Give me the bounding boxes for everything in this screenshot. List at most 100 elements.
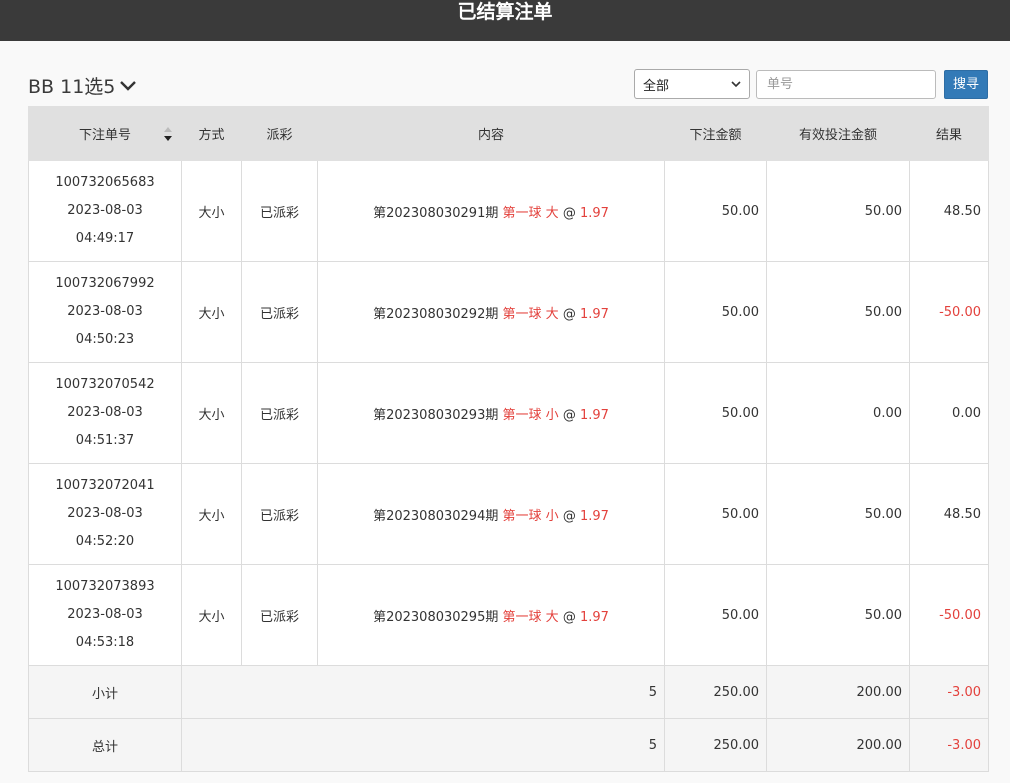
subtotal-valid-amount: 200.00: [766, 665, 910, 719]
amount-cell: 50.00: [664, 362, 767, 464]
order-cell: 100732065683 2023-08-03 04:49:17: [28, 160, 182, 262]
total-amount: 250.00: [664, 718, 767, 772]
subtotal-count: 5: [181, 665, 665, 719]
game-name: BB 11选5: [28, 76, 116, 98]
pick-value: 小: [545, 407, 559, 423]
game-selector[interactable]: BB 11选5: [28, 72, 137, 99]
at-sign: @: [562, 609, 576, 625]
column-header-payout: 派彩: [241, 106, 318, 161]
pick-value: 大: [545, 609, 559, 625]
order-date: 2023-08-03: [67, 607, 143, 622]
table-row: 100732065683 2023-08-03 04:49:17 大小 已派彩 …: [28, 160, 989, 262]
valid-amount-cell: 50.00: [766, 564, 910, 666]
total-row: 总计 5 250.00 200.00 -3.00: [28, 718, 989, 772]
result-cell: 0.00: [909, 362, 989, 464]
amount-cell: 50.00: [664, 261, 767, 363]
at-sign: @: [562, 306, 576, 322]
result-cell: -50.00: [909, 261, 989, 363]
order-time: 04:53:18: [75, 635, 135, 650]
order-date: 2023-08-03: [67, 506, 143, 521]
column-header-method: 方式: [181, 106, 242, 161]
column-header-content: 内容: [317, 106, 665, 161]
content-cell: 第202308030291期 第一球 大 @ 1.97: [317, 160, 665, 262]
content-cell: 第202308030293期 第一球 小 @ 1.97: [317, 362, 665, 464]
status-filter-select[interactable]: 全部: [634, 69, 750, 99]
result-cell: -50.00: [909, 564, 989, 666]
order-time: 04:51:37: [75, 433, 135, 448]
order-date: 2023-08-03: [67, 304, 143, 319]
column-header-valid-amount: 有效投注金额: [766, 106, 910, 161]
pick-ball: 第一球: [502, 407, 542, 423]
odds: 1.97: [579, 508, 609, 524]
caret-down-icon: [731, 81, 741, 88]
total-count: 5: [181, 718, 665, 772]
pick-value: 大: [545, 306, 559, 322]
order-time: 04:52:20: [75, 534, 135, 549]
search-button[interactable]: 搜寻: [944, 70, 988, 99]
payout-cell: 已派彩: [241, 564, 318, 666]
period: 第202308030295期: [373, 609, 499, 625]
order-date: 2023-08-03: [67, 203, 143, 218]
amount-cell: 50.00: [664, 463, 767, 565]
content-cell: 第202308030295期 第一球 大 @ 1.97: [317, 564, 665, 666]
result-cell: 48.50: [909, 160, 989, 262]
total-result: -3.00: [909, 718, 989, 772]
period: 第202308030294期: [373, 508, 499, 524]
subtotal-amount: 250.00: [664, 665, 767, 719]
subtotal-row: 小计 5 250.00 200.00 -3.00: [28, 665, 989, 719]
order-cell: 100732067992 2023-08-03 04:50:23: [28, 261, 182, 363]
method-cell: 大小: [181, 362, 242, 464]
subtotal-label: 小计: [28, 665, 182, 719]
table-row: 100732073893 2023-08-03 04:53:18 大小 已派彩 …: [28, 564, 989, 666]
odds: 1.97: [579, 306, 609, 322]
subtotal-result: -3.00: [909, 665, 989, 719]
page-header: 已结算注单: [0, 0, 1010, 41]
method-cell: 大小: [181, 261, 242, 363]
pick-ball: 第一球: [502, 609, 542, 625]
chevron-down-icon: [120, 80, 137, 91]
at-sign: @: [562, 407, 576, 423]
order-id: 100732070542: [55, 377, 155, 392]
payout-cell: 已派彩: [241, 261, 318, 363]
amount-cell: 50.00: [664, 564, 767, 666]
pick-value: 小: [545, 508, 559, 524]
content-cell: 第202308030294期 第一球 小 @ 1.97: [317, 463, 665, 565]
period: 第202308030292期: [373, 306, 499, 322]
content-cell: 第202308030292期 第一球 大 @ 1.97: [317, 261, 665, 363]
total-label: 总计: [28, 718, 182, 772]
sort-icon: [164, 127, 172, 141]
at-sign: @: [562, 508, 576, 524]
order-number-input[interactable]: [756, 70, 936, 99]
order-id: 100732073893: [55, 579, 155, 594]
order-cell: 100732073893 2023-08-03 04:53:18: [28, 564, 182, 666]
order-date: 2023-08-03: [67, 405, 143, 420]
odds: 1.97: [579, 205, 609, 221]
order-cell: 100732072041 2023-08-03 04:52:20: [28, 463, 182, 565]
order-id: 100732067992: [55, 276, 155, 291]
table-row: 100732070542 2023-08-03 04:51:37 大小 已派彩 …: [28, 362, 989, 464]
amount-cell: 50.00: [664, 160, 767, 262]
column-header-amount: 下注金额: [664, 106, 767, 161]
valid-amount-cell: 50.00: [766, 463, 910, 565]
odds: 1.97: [579, 609, 609, 625]
filter-selected-value: 全部: [643, 78, 670, 94]
method-cell: 大小: [181, 564, 242, 666]
pick-value: 大: [545, 205, 559, 221]
payout-cell: 已派彩: [241, 160, 318, 262]
pick-ball: 第一球: [502, 205, 542, 221]
pick-ball: 第一球: [502, 306, 542, 322]
table-row: 100732072041 2023-08-03 04:52:20 大小 已派彩 …: [28, 463, 989, 565]
valid-amount-cell: 0.00: [766, 362, 910, 464]
valid-amount-cell: 50.00: [766, 261, 910, 363]
valid-amount-cell: 50.00: [766, 160, 910, 262]
method-cell: 大小: [181, 160, 242, 262]
method-cell: 大小: [181, 463, 242, 565]
pick-ball: 第一球: [502, 508, 542, 524]
page-title: 已结算注单: [457, 1, 553, 23]
bet-table: 下注单号 方式 派彩 内容 下注金额 有效投注金额 结果 10073206568…: [28, 106, 989, 772]
column-header-order-id[interactable]: 下注单号: [28, 106, 182, 161]
period: 第202308030291期: [373, 205, 499, 221]
order-id: 100732072041: [55, 478, 155, 493]
payout-cell: 已派彩: [241, 362, 318, 464]
order-time: 04:49:17: [75, 231, 135, 246]
